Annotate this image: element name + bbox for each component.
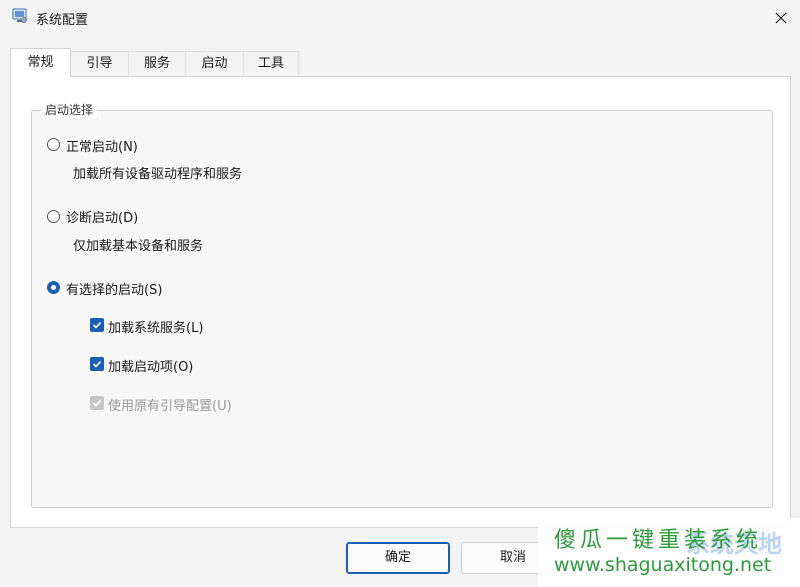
watermark: 系统天地 傻瓜一键重装系统 www.shaguaxitong.net	[538, 518, 800, 587]
diagnostic-startup-description: 仅加载基本设备和服务	[73, 239, 204, 254]
checkmark-icon	[92, 399, 102, 407]
tab-boot[interactable]: 引导	[70, 51, 129, 75]
general-tab-panel: 启动选择 正常启动(N) 加载所有设备驱动程序和服务 诊断启动(D) 仅加载基本…	[10, 76, 791, 528]
tab-startup[interactable]: 启动	[185, 51, 244, 75]
load-startup-items-label[interactable]: 加载启动项(O)	[108, 356, 193, 375]
msconfig-icon	[12, 8, 28, 24]
diagnostic-startup-radio[interactable]	[47, 210, 60, 223]
tab-general[interactable]: 常规	[10, 48, 71, 77]
tab-strip: 常规 引导 服务 启动 工具	[10, 48, 790, 77]
group-label: 启动选择	[41, 101, 98, 118]
use-original-boot-config-label: 使用原有引导配置(U)	[108, 399, 232, 414]
selective-startup-label[interactable]: 有选择的启动(S)	[66, 279, 162, 298]
selective-startup-radio[interactable]	[47, 281, 60, 294]
load-system-services-checkbox[interactable]	[90, 318, 104, 332]
normal-startup-radio[interactable]	[47, 138, 60, 151]
checkmark-icon	[92, 321, 102, 329]
diagnostic-startup-label[interactable]: 诊断启动(D)	[66, 207, 138, 226]
checkmark-icon	[92, 360, 102, 368]
normal-startup-description: 加载所有设备驱动程序和服务	[73, 167, 243, 182]
ok-button[interactable]: 确定	[346, 542, 450, 574]
title-bar: 系统配置	[0, 0, 800, 38]
normal-startup-label[interactable]: 正常启动(N)	[66, 136, 138, 155]
watermark-url: www.shaguaxitong.net	[554, 554, 772, 576]
tab-services[interactable]: 服务	[128, 51, 186, 75]
use-original-boot-config-checkbox	[90, 396, 104, 410]
watermark-text: 傻瓜一键重装系统	[554, 528, 763, 553]
window-title: 系统配置	[36, 13, 89, 28]
tab-tools[interactable]: 工具	[243, 51, 299, 75]
load-system-services-label[interactable]: 加载系统服务(L)	[108, 317, 203, 336]
load-startup-items-checkbox[interactable]	[90, 357, 104, 371]
close-button[interactable]	[764, 2, 798, 34]
close-icon	[775, 12, 787, 24]
